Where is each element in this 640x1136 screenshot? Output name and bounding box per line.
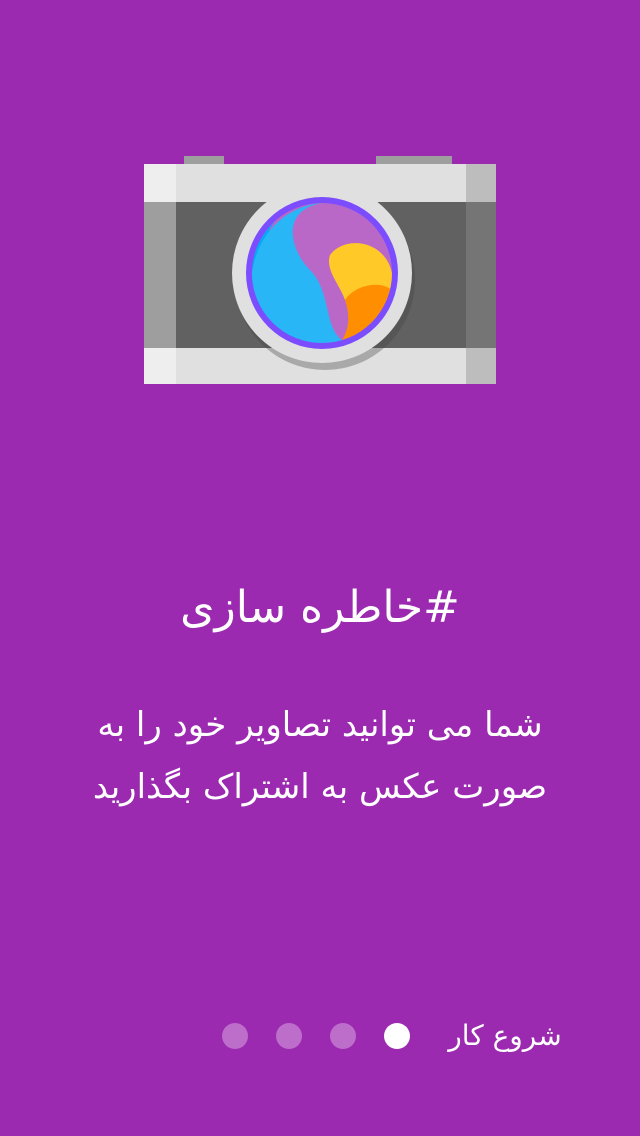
start-button[interactable]: شروع کار [440, 1012, 570, 1060]
page-description: شما می توانید تصاویر خود را به صورت عکس … [92, 705, 548, 807]
page-indicator [222, 1022, 410, 1050]
page-dot[interactable] [222, 1023, 248, 1049]
camera-icon [144, 156, 496, 384]
page-dot[interactable] [330, 1023, 356, 1049]
page-dot-active[interactable] [384, 1023, 410, 1049]
onboarding-screen: #خاطره سازی شما می توانید تصاویر خود را … [0, 0, 640, 1136]
page-dot[interactable] [276, 1023, 302, 1049]
page-title: #خاطره سازی [180, 582, 460, 633]
